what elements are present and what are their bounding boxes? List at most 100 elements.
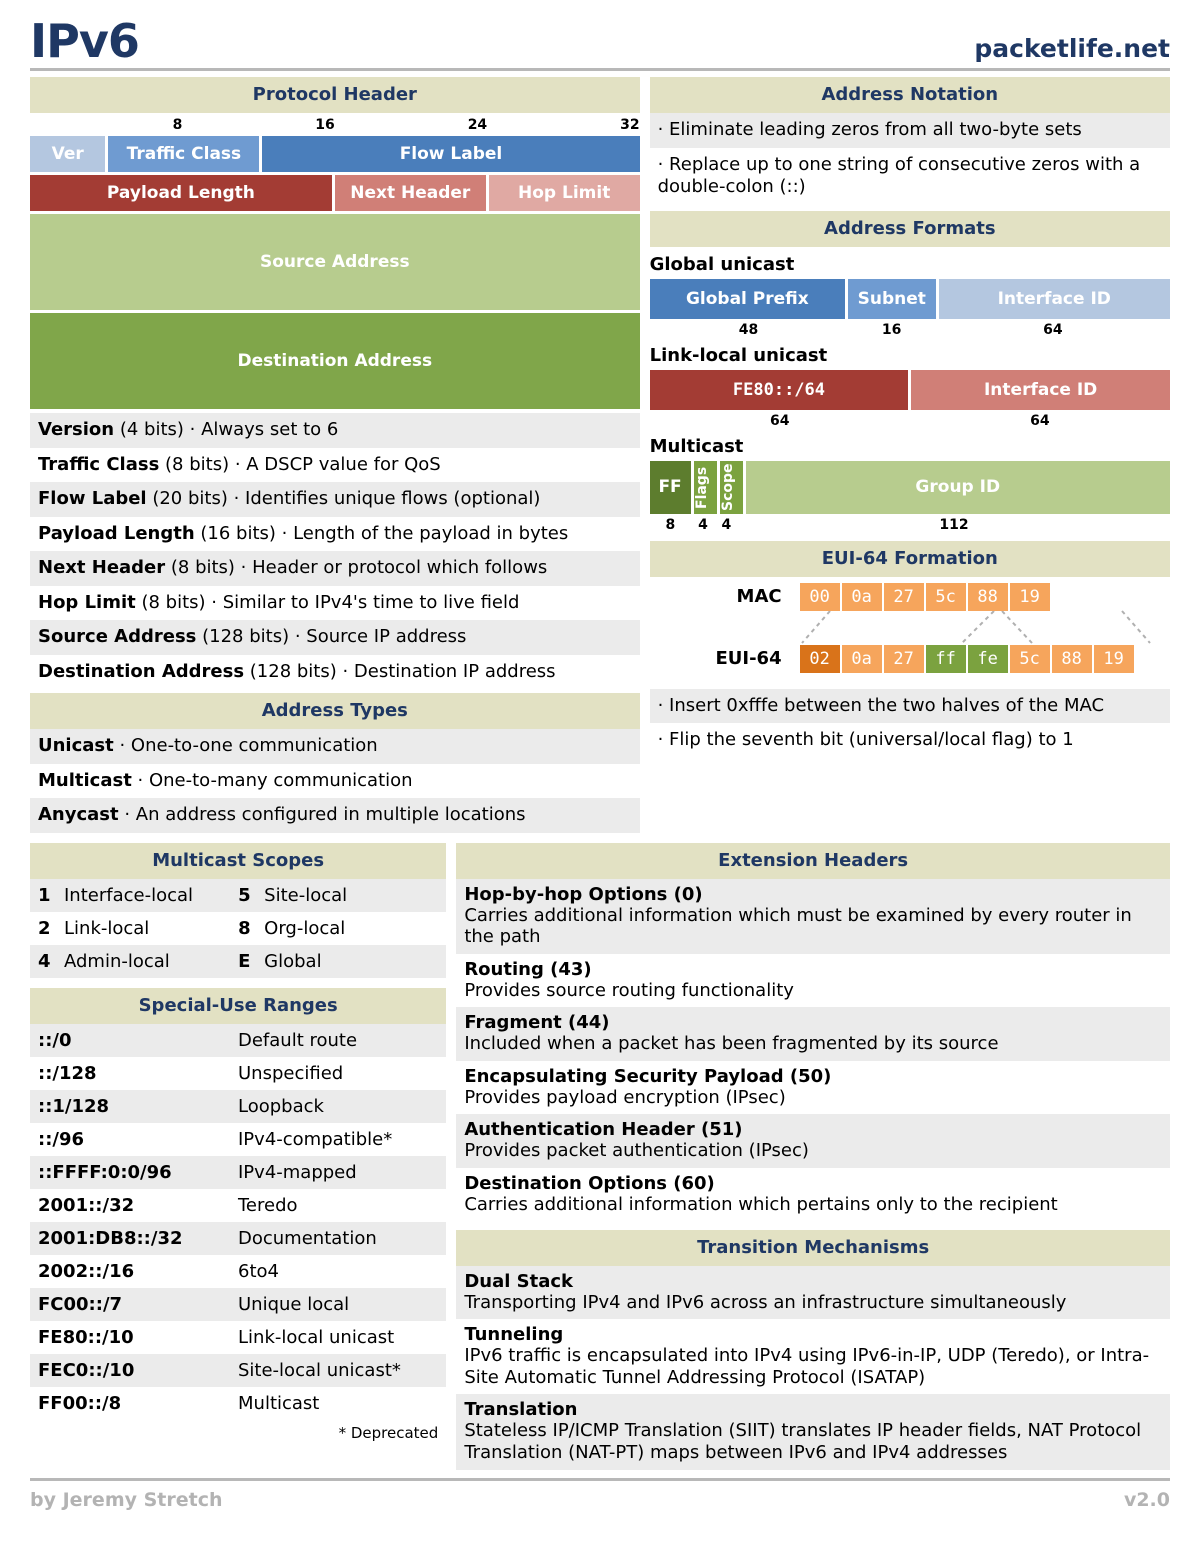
special-use-table: ::/0 Default route ::/128 Unspecified ::1/…	[30, 1023, 447, 1420]
list-item: Unicast · One-to-one communication	[30, 729, 640, 764]
masthead: IPv6 packetlife.net	[30, 0, 1170, 71]
table-row: FC00::/7 Unique local	[30, 1287, 447, 1321]
field-name: Next Header	[38, 557, 166, 578]
mechanism-title: Translation	[464, 1399, 578, 1421]
field-detail: (8 bits) · A DSCP value for QoS	[159, 453, 441, 475]
bottom-left-column: Multicast Scopes 1 Interface-local 5 Site-…	[30, 842, 447, 1442]
scope-id: 1	[38, 884, 51, 906]
field-name: Version	[38, 419, 115, 440]
mechanism-title: Dual Stack	[464, 1270, 574, 1292]
field-name: Destination Address	[38, 660, 245, 682]
eui64-byte: 19	[1093, 644, 1134, 673]
scope-entry: E Global	[238, 951, 438, 972]
section-transition-mechanisms: Transition Mechanisms	[456, 1229, 1170, 1266]
page-title: IPv6	[30, 14, 140, 68]
mac-byte: 5c	[925, 582, 966, 611]
field-detail: (8 bits) · Similar to IPv4's time to liv…	[135, 591, 520, 613]
subtitle-link-local: Link-local unicast	[649, 344, 828, 366]
field-destination-address: Destination Address	[30, 313, 640, 409]
mac-byte: 27	[883, 582, 924, 611]
list-item: Dual Stack Transporting IPv4 and IPv6 acr…	[456, 1265, 1170, 1320]
eui64-byte: 5c	[1009, 644, 1050, 673]
list-item: Traffic Class (8 bits) · A DSCP value fo…	[30, 448, 640, 483]
table-row: 1 Interface-local 5 Site-local	[30, 878, 447, 912]
bits-112: 112	[939, 516, 969, 533]
section-special-use-ranges: Special-Use Ranges	[30, 987, 447, 1024]
prefix: FF00::/8	[38, 1392, 122, 1414]
footer: by Jeremy Stretch v2.0	[30, 1478, 1170, 1511]
prefix: ::/96	[38, 1128, 85, 1150]
mechanism-desc: Stateless IP/ICMP Translation (SIIT) tra…	[464, 1420, 1142, 1464]
prefix: FE80::/10	[38, 1326, 134, 1348]
eui64-byte: 27	[883, 644, 924, 673]
field-flow-label: Flow Label	[262, 136, 640, 172]
section-multicast-scopes: Multicast Scopes	[30, 842, 447, 879]
table-row: FEC0::/10 Site-local unicast*	[30, 1353, 447, 1387]
table-row: ::/128 Unspecified	[30, 1057, 446, 1090]
field-name: Flow Label	[38, 488, 147, 509]
list-item: Tunneling IPv6 traffic is encapsulated in…	[456, 1319, 1170, 1394]
prefix-desc: Documentation	[238, 1227, 377, 1249]
prefix: 2001::/32	[38, 1194, 135, 1216]
diagram-multicast: FF Flags Scope Group ID	[649, 460, 1170, 514]
scope-id: 8	[238, 917, 251, 939]
field-detail: (8 bits) · Header or protocol which foll…	[165, 557, 548, 578]
brand-label: packetlife.net	[974, 34, 1170, 63]
bits-48: 48	[738, 321, 759, 338]
section-eui64: EUI-64 Formation	[649, 540, 1170, 577]
header-desc: Provides packet authentication (IPsec)	[464, 1140, 809, 1162]
scope-entry: 8 Org-local	[238, 918, 438, 939]
field-detail: (128 bits) · Destination IP address	[244, 660, 556, 682]
type-detail: · An address configured in multiple loca…	[118, 804, 526, 825]
prefix-desc: Site-local unicast*	[238, 1359, 401, 1381]
header-row-3: Source Address	[30, 214, 640, 310]
table-row: FF00::/8 Multicast	[30, 1387, 446, 1420]
prefix: FC00::/7	[38, 1293, 123, 1315]
header-title: Destination Options (60)	[464, 1173, 715, 1195]
section-address-types: Address Types	[30, 693, 640, 729]
prefix: ::1/128	[38, 1095, 110, 1117]
deprecated-footnote: * Deprecated	[338, 1423, 439, 1442]
prefix: ::/128	[38, 1062, 97, 1084]
left-column: Protocol Header 8 16 24 32 Ver Traffic C…	[30, 77, 640, 833]
segment-group-id: Group ID	[745, 460, 1170, 514]
header-row-1: Ver Traffic Class Flow Label	[30, 136, 640, 172]
list-item: Destination Options (60) Carries addition…	[456, 1168, 1170, 1222]
type-name: Multicast	[38, 769, 132, 791]
field-version: Ver	[30, 136, 106, 172]
eui64-byte: 0a	[841, 644, 882, 673]
mechanism-desc: Transporting IPv4 and IPv6 across an inf…	[464, 1291, 1067, 1313]
header-desc: Carries additional information which per…	[464, 1194, 1058, 1216]
transition-list: Dual Stack Transporting IPv4 and IPv6 acr…	[456, 1265, 1170, 1470]
field-name: Payload Length	[38, 522, 195, 544]
bits-16: 16	[881, 321, 902, 338]
mechanism-desc: IPv6 traffic is encapsulated into IPv4 u…	[464, 1345, 1150, 1388]
list-item: Anycast · An address configured in multi…	[30, 798, 640, 833]
scope-id: 5	[238, 884, 251, 906]
bit-tick-24: 24	[467, 117, 488, 133]
cheatsheet-page: IPv6 packetlife.net Protocol Header 8 16…	[0, 0, 1200, 1553]
list-item: Next Header (8 bits) · Header or protoco…	[30, 551, 640, 586]
bitlabels-link-local: 64 64	[650, 410, 1170, 429]
field-hop-limit: Hop Limit	[488, 175, 640, 211]
author-credit: by Jeremy Stretch	[30, 1489, 223, 1511]
header-row-4: Destination Address	[30, 313, 640, 409]
field-name: Traffic Class	[38, 453, 160, 475]
mac-row: MAC 00 0a 27 5c 88 19	[650, 582, 1052, 611]
address-types-list: Unicast · One-to-one communication Multi…	[30, 729, 640, 833]
prefix: FEC0::/10	[38, 1359, 135, 1381]
scope-name: Admin-local	[64, 950, 170, 972]
field-detail: (4 bits) · Always set to 6	[114, 419, 339, 440]
list-item: Multicast · One-to-many communication	[30, 764, 640, 799]
notation-bullet: · Replace up to one string of consecutiv…	[657, 153, 1141, 198]
table-row: ::FFFF:0:0/96 IPv4-mapped	[30, 1155, 447, 1189]
segment-interface-id: Interface ID	[938, 278, 1170, 319]
section-extension-headers: Extension Headers	[456, 842, 1170, 879]
field-detail: (16 bits) · Length of the payload in byt…	[194, 522, 569, 544]
multicast-scopes-table: 1 Interface-local 5 Site-local 2 Link-local…	[30, 878, 447, 978]
field-description-list: Version (4 bits) · Always set to 6 Traff…	[30, 413, 640, 689]
bits-4: 4	[721, 516, 732, 533]
list-item: Version (4 bits) · Always set to 6	[30, 413, 640, 448]
type-name: Anycast	[38, 804, 119, 825]
list-item: Flow Label (20 bits) · Identifies unique…	[30, 482, 640, 517]
